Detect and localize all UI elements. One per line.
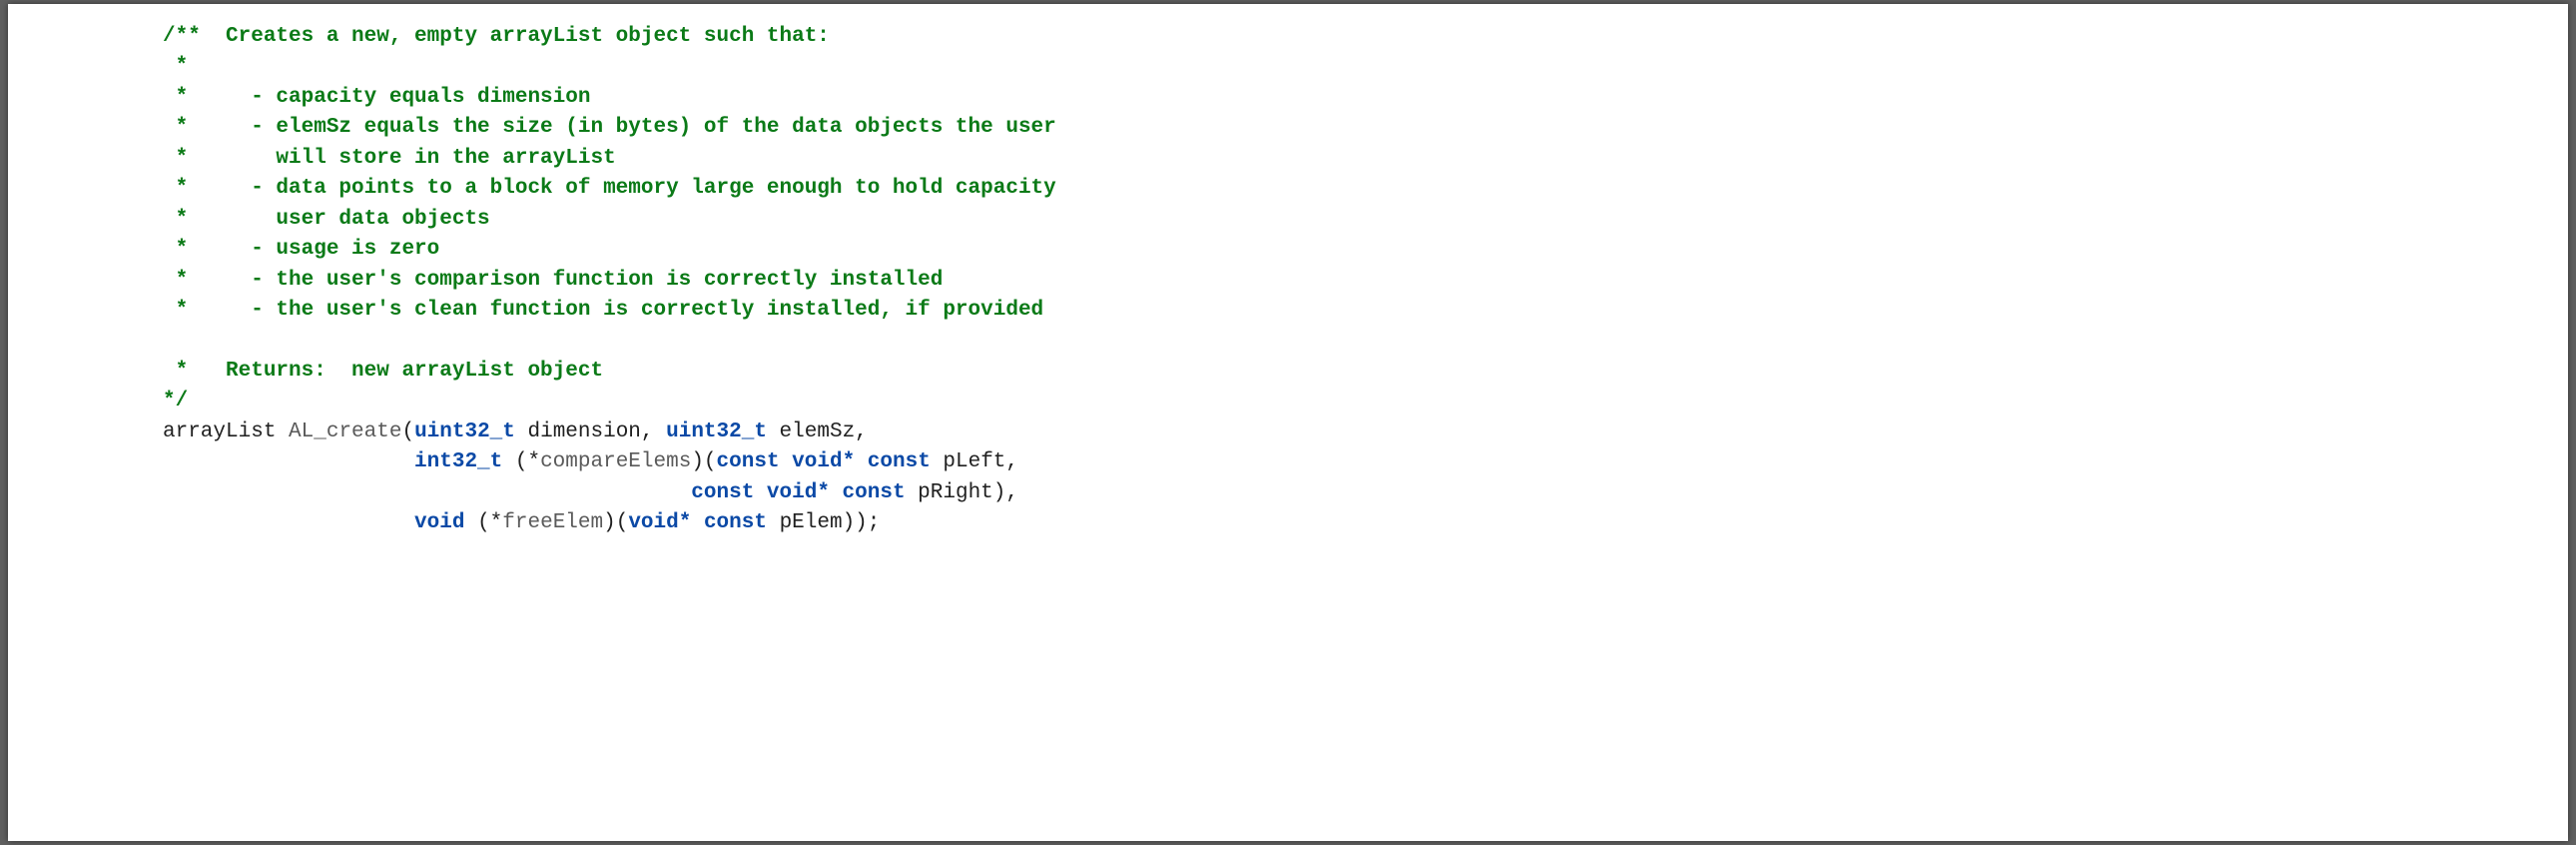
comment-line: * - usage is zero [163,238,439,261]
indent [163,450,414,473]
keyword-voidp: void* [792,450,855,473]
paren: ( [401,421,414,443]
keyword-void: void [414,511,464,534]
fnptr-close-open: )( [691,450,716,473]
comment-line: * Returns: new arrayList object [163,360,603,383]
indent [163,481,691,504]
comment-line: * - capacity equals dimension [163,86,590,109]
space [754,481,767,504]
keyword-const: const [691,481,754,504]
keyword-voidp: void* [767,481,830,504]
comment-line: * - the user's comparison function is co… [163,269,943,292]
param: elemSz, [767,421,868,443]
fnptr-name: freeElem [502,511,603,534]
keyword-voidp: void* [628,511,691,534]
type-keyword: uint32_t [666,421,767,443]
document-page: /** Creates a new, empty arrayList objec… [8,4,2568,841]
comment-line: * - data points to a block of memory lar… [163,177,1056,200]
keyword-const: const [868,450,931,473]
keyword-const: const [717,450,780,473]
comment-line: * will store in the arrayList [163,147,616,170]
keyword-const: const [704,511,767,534]
space [691,511,704,534]
comment-line: * - the user's clean function is correct… [163,299,1043,322]
param: dimension, [515,421,666,443]
comment-line: * [163,55,188,78]
indent [163,511,414,534]
function-name: AL_create [289,421,401,443]
param: pElem)); [767,511,880,534]
type-keyword: int32_t [414,450,502,473]
comment-line: * user data objects [163,208,490,231]
comment-line: */ [163,390,188,413]
comment-line: * - elemSz equals the size (in bytes) of… [163,116,1056,139]
comment-line: /** Creates a new, empty arrayList objec… [163,25,830,48]
return-type: arrayList [163,421,289,443]
type-keyword: uint32_t [414,421,515,443]
fnptr-close-open: )( [603,511,628,534]
space [855,450,868,473]
param: pLeft, [931,450,1018,473]
fnptr-open: (* [502,450,540,473]
keyword-const: const [843,481,906,504]
param: pRight), [906,481,1018,504]
code-block: /** Creates a new, empty arrayList objec… [8,22,2568,538]
space [830,481,843,504]
fnptr-name: compareElems [540,450,691,473]
fnptr-open: (* [464,511,502,534]
space [780,450,793,473]
